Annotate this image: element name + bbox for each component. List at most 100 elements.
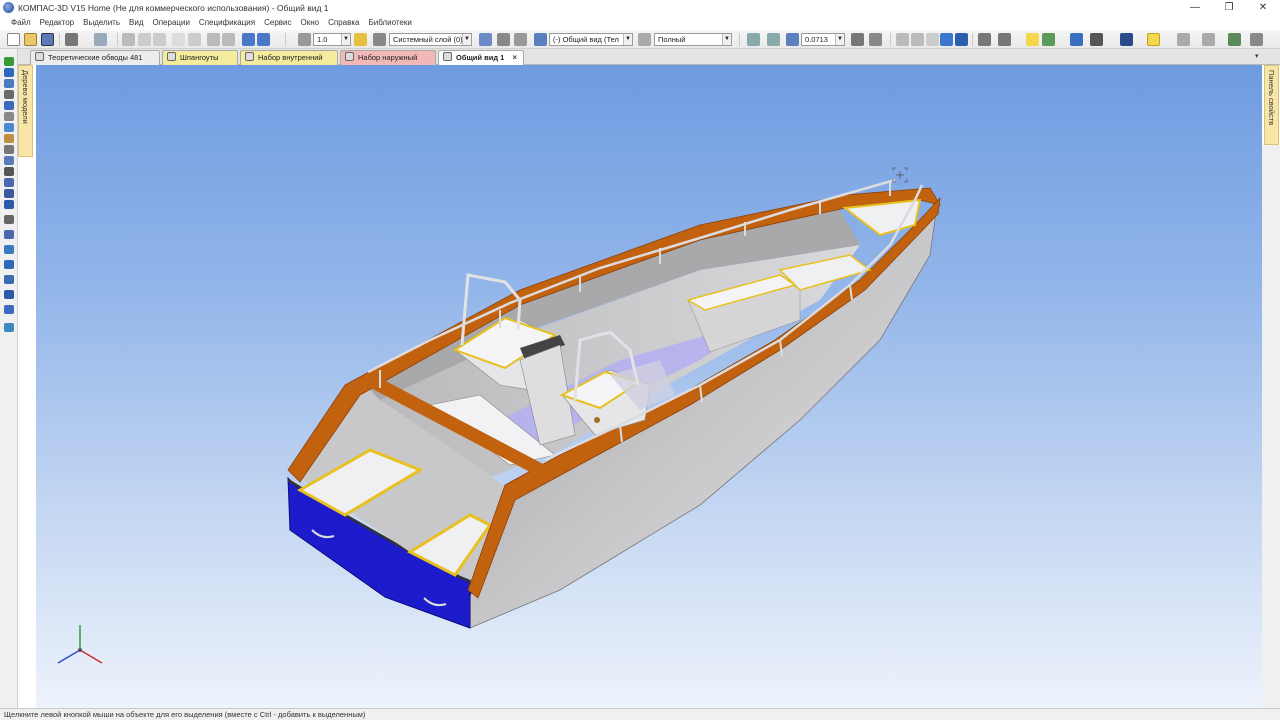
menu-service[interactable]: Сервис <box>264 18 291 27</box>
close-button[interactable]: ✕ <box>1246 0 1280 15</box>
settings-icon[interactable] <box>1250 33 1263 46</box>
filter-icon[interactable] <box>998 33 1011 46</box>
preview-icon[interactable] <box>94 33 107 46</box>
view-combo[interactable]: (-) Общий вид (Тел ▼ <box>549 33 633 46</box>
model-tree-tab[interactable]: Дерево модели <box>18 65 33 157</box>
measure-icon[interactable] <box>514 33 527 46</box>
menu-view[interactable]: Вид <box>129 18 143 27</box>
spline-icon[interactable] <box>4 230 14 239</box>
scale-combo[interactable]: 1.0 ▼ <box>313 33 351 46</box>
cut-icon[interactable] <box>122 33 135 46</box>
parameters-icon[interactable] <box>1177 33 1190 46</box>
highlight-icon[interactable] <box>1026 33 1039 46</box>
menu-editor[interactable]: Редактор <box>40 18 74 27</box>
diagnostics-icon[interactable] <box>4 323 14 332</box>
rotate-operation-icon[interactable] <box>4 79 14 88</box>
hole-icon[interactable] <box>4 123 14 132</box>
hidden-lines-icon[interactable] <box>911 33 924 46</box>
menu-select[interactable]: Выделить <box>83 18 120 27</box>
menu-bar: Файл Редактор Выделить Вид Операции Спец… <box>0 15 1280 30</box>
menu-file[interactable]: Файл <box>11 18 31 27</box>
view-icon[interactable] <box>534 33 547 46</box>
rib-icon[interactable] <box>4 167 14 176</box>
copy-icon[interactable] <box>138 33 151 46</box>
pan-icon[interactable] <box>869 33 882 46</box>
view-value: (-) Общий вид (Тел <box>553 35 619 44</box>
menu-specification[interactable]: Спецификация <box>199 18 255 27</box>
console-knob <box>594 417 600 423</box>
rotate-icon[interactable] <box>851 33 864 46</box>
sheet-metal-icon[interactable] <box>4 290 14 299</box>
point-icon[interactable] <box>4 275 14 284</box>
tab-label: Набор внутренний <box>258 53 323 62</box>
extrude-icon[interactable] <box>4 68 14 77</box>
color-icon[interactable] <box>1042 33 1055 46</box>
close-icon[interactable]: × <box>512 53 517 62</box>
wireframe-icon[interactable] <box>896 33 909 46</box>
library-icon[interactable] <box>257 33 270 46</box>
snap-icon[interactable] <box>298 33 311 46</box>
section-icon[interactable] <box>978 33 991 46</box>
tab-frames[interactable]: Шпангоуты <box>162 50 238 65</box>
tree-tool-icon[interactable] <box>4 57 14 66</box>
menu-operations[interactable]: Операции <box>153 18 190 27</box>
layer-icon[interactable] <box>373 33 386 46</box>
format-painter-icon[interactable] <box>172 33 185 46</box>
array-icon[interactable] <box>4 189 14 198</box>
axis-icon[interactable] <box>4 260 14 269</box>
mirror-icon[interactable] <box>4 200 14 209</box>
orientation-icon[interactable] <box>1070 33 1083 46</box>
info-icon[interactable] <box>1090 33 1103 46</box>
tab-theoretical-lines[interactable]: Теоретические обводы 481 <box>30 50 160 65</box>
undo-icon[interactable] <box>207 33 220 46</box>
surface-icon[interactable] <box>4 178 14 187</box>
zoom-combo[interactable]: 0.0713 ▼ <box>801 33 845 46</box>
curve-icon[interactable] <box>4 215 14 224</box>
appearance-icon[interactable] <box>1120 33 1133 46</box>
parallel-icon[interactable] <box>497 33 510 46</box>
grid-icon[interactable] <box>4 112 14 121</box>
kinematic-icon[interactable] <box>4 90 14 99</box>
redo-icon[interactable] <box>222 33 235 46</box>
shell-icon[interactable] <box>4 156 14 165</box>
display-combo[interactable]: Полный ▼ <box>654 33 732 46</box>
table-icon[interactable] <box>1228 33 1241 46</box>
measure-tool-icon[interactable] <box>4 305 14 314</box>
plane-icon[interactable] <box>4 245 14 254</box>
properties-icon[interactable] <box>188 33 201 46</box>
tab-external-set[interactable]: Набор наружный <box>340 50 436 65</box>
shaded-edges-icon[interactable] <box>955 33 968 46</box>
view-orientation-icon[interactable] <box>479 33 492 46</box>
model-viewport[interactable] <box>36 65 1262 708</box>
new-document-icon[interactable] <box>7 33 20 46</box>
save-icon[interactable] <box>41 33 54 46</box>
fillet-icon[interactable] <box>4 134 14 143</box>
print-icon[interactable] <box>65 33 78 46</box>
tab-list-dropdown[interactable]: ▾ <box>1255 50 1265 64</box>
part-icon <box>245 52 254 61</box>
open-icon[interactable] <box>24 33 37 46</box>
tab-general-view[interactable]: Общий вид 1 × <box>438 50 524 65</box>
layer-combo[interactable]: Системный слой (0) ▼ <box>389 33 472 46</box>
menu-window[interactable]: Окно <box>301 18 320 27</box>
rounding-icon[interactable] <box>354 33 367 46</box>
display-mode-icon[interactable] <box>638 33 651 46</box>
chamfer-icon[interactable] <box>4 145 14 154</box>
zoom-window-icon[interactable] <box>747 33 760 46</box>
tab-internal-set[interactable]: Набор внутренний <box>240 50 338 65</box>
thin-lines-icon[interactable] <box>926 33 939 46</box>
paste-icon[interactable] <box>153 33 166 46</box>
active-tool-icon[interactable] <box>1147 33 1160 46</box>
properties-panel-tab[interactable]: Панель свойств <box>1264 65 1279 145</box>
shaded-icon[interactable] <box>940 33 953 46</box>
maximize-button[interactable]: ❐ <box>1212 0 1246 15</box>
zoom-scale-icon[interactable] <box>767 33 780 46</box>
manager-icon[interactable] <box>242 33 255 46</box>
minimize-button[interactable]: — <box>1178 0 1212 15</box>
menu-libraries[interactable]: Библиотеки <box>368 18 411 27</box>
loft-icon[interactable] <box>4 101 14 110</box>
zoom-icon[interactable] <box>786 33 799 46</box>
properties-panel-label: Панель свойств <box>1267 70 1276 126</box>
menu-help[interactable]: Справка <box>328 18 359 27</box>
tools-icon[interactable] <box>1202 33 1215 46</box>
